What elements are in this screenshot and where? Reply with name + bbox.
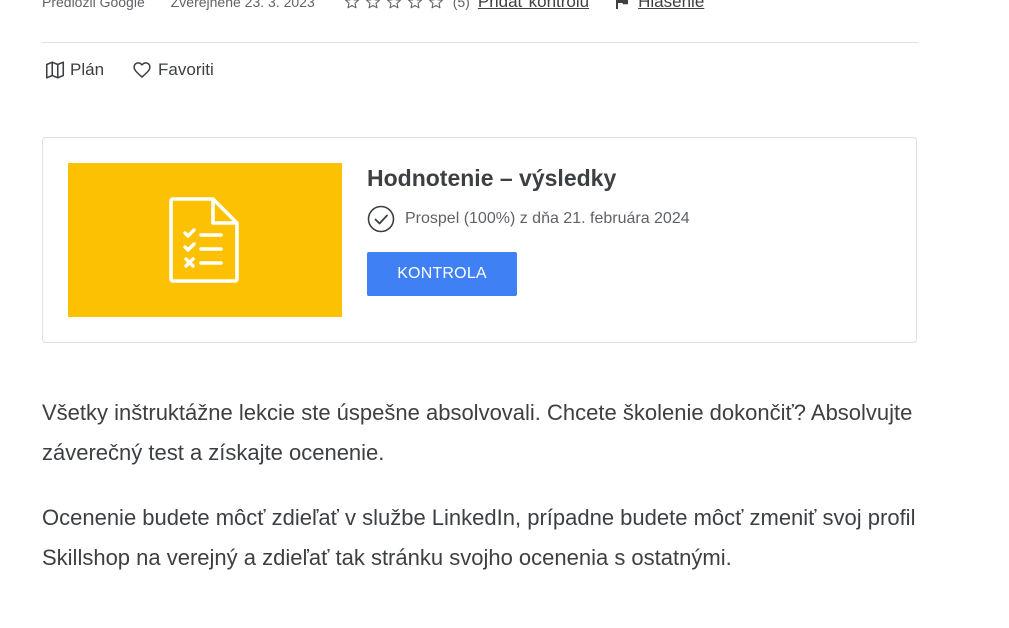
course-meta-row: Predložil Google Zverejnené 23. 3. 2023 … — [42, 0, 704, 13]
divider — [42, 42, 918, 43]
favorites-label: Favoriti — [158, 60, 214, 79]
course-actions: Plán Favoriti — [44, 59, 214, 81]
sharing-paragraph: Ocenenie budete môcť zdieľať v službe Li… — [42, 505, 916, 570]
star-outline-icon[interactable] — [364, 0, 382, 11]
star-outline-icon[interactable] — [406, 0, 424, 11]
check-circle-icon — [367, 205, 395, 233]
assessment-title: Hodnotenie – výsledky — [367, 165, 617, 191]
report-link-label[interactable]: Hlásenie — [638, 0, 704, 12]
assessment-card: Hodnotenie – výsledky Prospel (100%) z d… — [42, 137, 917, 343]
star-outline-icon[interactable] — [427, 0, 445, 11]
favorites-button[interactable]: Favoriti — [132, 60, 214, 80]
add-review-link[interactable]: Pridať kontrolu — [478, 0, 589, 12]
provider-text: Predložil Google — [42, 0, 145, 10]
flag-icon — [616, 0, 629, 9]
assessment-status: Prospel (100%) z dňa 21. februára 2024 — [367, 205, 690, 233]
assessment-status-text: Prospel (100%) z dňa 21. februára 2024 — [405, 210, 690, 227]
assessment-thumbnail — [68, 163, 342, 317]
map-icon — [45, 61, 65, 79]
heart-outline-icon — [133, 62, 151, 78]
star-outline-icon[interactable] — [343, 0, 361, 11]
published-date: Zverejnené 23. 3. 2023 — [170, 0, 315, 10]
checklist-document-icon — [169, 197, 239, 283]
plan-button[interactable]: Plán — [44, 59, 104, 81]
report-link[interactable]: Hlásenie — [615, 0, 704, 12]
review-button[interactable]: KONTROLA — [367, 252, 517, 296]
completion-paragraph: Všetky inštruktážne lekcie ste úspešne a… — [42, 400, 913, 465]
star-outline-icon[interactable] — [385, 0, 403, 11]
star-rating[interactable] — [343, 0, 445, 11]
plan-label: Plán — [70, 60, 105, 79]
rating-count: (5) — [452, 0, 470, 10]
